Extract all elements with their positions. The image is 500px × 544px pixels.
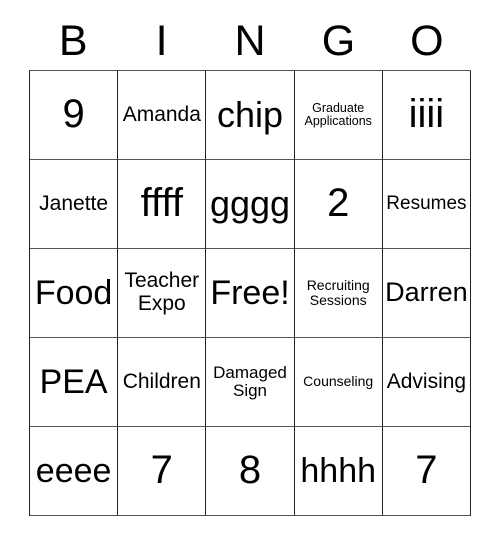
bingo-row: Food Teacher Expo Free! Recruiting Sessi…: [30, 249, 472, 338]
bingo-cell[interactable]: 9: [30, 71, 119, 160]
header-letter-g: G: [321, 16, 356, 65]
bingo-cell-label: Resumes: [386, 192, 467, 214]
bingo-row: Janette ffff gggg 2 Resumes: [30, 160, 472, 249]
bingo-cell-label: 9: [62, 92, 85, 137]
bingo-header-row: B I N G O: [29, 12, 471, 70]
bingo-cell-label: Amanda: [122, 102, 201, 126]
bingo-cell-label: Darren: [385, 277, 468, 308]
bingo-cell[interactable]: iiii: [382, 71, 472, 160]
header-letter-b: B: [58, 16, 88, 65]
bingo-card: B I N G O 9 Amanda chip Graduate Applica…: [29, 12, 472, 516]
bingo-cell[interactable]: 8: [206, 427, 295, 516]
bingo-cell-free[interactable]: Free!: [206, 249, 295, 338]
bingo-cell[interactable]: Graduate Applications: [294, 71, 383, 160]
bingo-cell[interactable]: Janette: [30, 160, 119, 249]
bingo-cell[interactable]: 2: [294, 160, 383, 249]
bingo-cell-label: Advising: [386, 369, 467, 393]
bingo-cell-label: Free!: [210, 273, 290, 312]
bingo-cell-label: Graduate Applications: [304, 100, 372, 128]
bingo-row: PEA Children Damaged Sign Counseling Adv…: [30, 338, 472, 427]
bingo-cell[interactable]: Counseling: [294, 338, 383, 427]
bingo-grid: 9 Amanda chip Graduate Applications iiii…: [29, 70, 472, 516]
bingo-cell[interactable]: 7: [382, 427, 472, 516]
bingo-cell-label: Counseling: [303, 373, 374, 390]
bingo-cell-label: Children: [122, 369, 201, 393]
bingo-cell[interactable]: Food: [30, 249, 119, 338]
bingo-cell[interactable]: Amanda: [118, 71, 207, 160]
bingo-cell-label: Recruiting Sessions: [306, 276, 370, 308]
bingo-cell-label: Food: [34, 273, 113, 312]
bingo-cell-label: ffff: [140, 181, 183, 226]
bingo-cell[interactable]: Damaged Sign: [206, 338, 295, 427]
bingo-cell-label: eeee: [35, 451, 112, 490]
bingo-cell[interactable]: eeee: [30, 427, 119, 516]
bingo-cell[interactable]: Resumes: [382, 160, 472, 249]
bingo-row: eeee 7 8 hhhh 7: [30, 427, 472, 516]
bingo-cell[interactable]: chip: [206, 71, 295, 160]
header-letter-n: N: [234, 16, 266, 65]
bingo-cell[interactable]: Advising: [382, 338, 472, 427]
bingo-cell[interactable]: Children: [118, 338, 207, 427]
bingo-cell-label: Damaged Sign: [213, 362, 287, 400]
bingo-cell[interactable]: PEA: [30, 338, 119, 427]
bingo-cell-label: iiii: [408, 92, 445, 137]
bingo-cell-label: 2: [327, 181, 350, 226]
header-letter-i: I: [155, 16, 168, 65]
bingo-cell[interactable]: Recruiting Sessions: [294, 249, 383, 338]
bingo-cell-label: hhhh: [300, 451, 377, 490]
bingo-cell[interactable]: Teacher Expo: [118, 249, 207, 338]
bingo-cell-label: gggg: [209, 182, 291, 224]
bingo-cell-label: Teacher Expo: [124, 269, 200, 315]
bingo-row: 9 Amanda chip Graduate Applications iiii: [30, 71, 472, 160]
bingo-cell[interactable]: gggg: [206, 160, 295, 249]
bingo-cell[interactable]: Darren: [382, 249, 472, 338]
bingo-cell-label: Janette: [39, 191, 109, 215]
bingo-cell-label: chip: [216, 93, 284, 135]
header-letter-o: O: [410, 16, 444, 65]
bingo-cell[interactable]: ffff: [118, 160, 207, 249]
bingo-cell-label: 7: [150, 448, 173, 493]
bingo-cell-label: 7: [415, 448, 438, 493]
bingo-cell-label: PEA: [39, 362, 108, 401]
bingo-cell[interactable]: 7: [118, 427, 207, 516]
bingo-cell[interactable]: hhhh: [294, 427, 383, 516]
bingo-cell-label: 8: [238, 448, 262, 493]
